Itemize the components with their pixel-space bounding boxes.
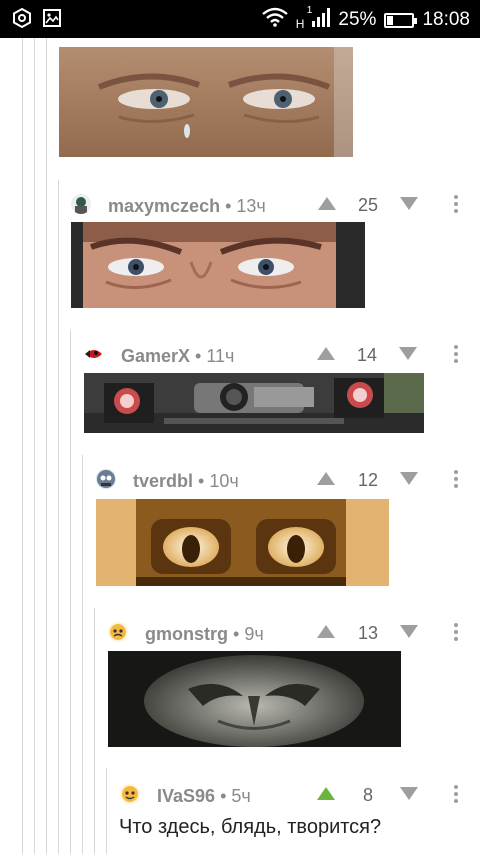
network-type-label: H — [295, 17, 305, 31]
downvote-arrow-icon[interactable] — [400, 197, 418, 210]
comment-score: 14 — [356, 345, 378, 365]
avatar[interactable] — [120, 784, 140, 804]
comment-header: IVaS965ч 8 — [120, 780, 472, 810]
comment-score: 12 — [357, 470, 379, 490]
comment-time: 10ч — [193, 471, 239, 491]
comment: tverdbl10ч 12 — [96, 465, 472, 590]
comment-author-line[interactable]: GamerX11ч — [121, 346, 234, 367]
comment-author-line[interactable]: IVaS965ч — [157, 786, 251, 807]
upvote-arrow-icon[interactable] — [317, 472, 335, 485]
author-name: tverdbl — [133, 471, 194, 491]
thread-guide-line — [70, 330, 71, 854]
comment: maxymczech13ч 25 — [71, 190, 471, 310]
downvote-arrow-icon[interactable] — [400, 625, 418, 638]
comment-image-eyes-medvedev[interactable] — [71, 222, 365, 308]
author-name: GamerX — [121, 346, 191, 366]
more-options-icon[interactable] — [454, 785, 458, 803]
upvote-arrow-icon[interactable] — [317, 787, 335, 800]
author-name: gmonstrg — [145, 624, 228, 644]
more-options-icon[interactable] — [454, 470, 458, 488]
thread-guide-line — [22, 38, 23, 854]
thread-guide-line — [106, 768, 107, 854]
comment-text: Что здесь, блядь, творится? — [119, 816, 382, 838]
image-notification-icon — [42, 8, 62, 28]
avatar[interactable] — [71, 194, 91, 214]
more-options-icon[interactable] — [454, 195, 458, 213]
clock: 18:08 — [422, 9, 470, 30]
more-options-icon[interactable] — [454, 345, 458, 363]
comment-score: 8 — [362, 785, 373, 805]
battery-percent: 25% — [338, 9, 377, 30]
network-type-indicator: H 1 — [295, 5, 313, 31]
comment: IVaS965ч 8 Что здесь, блядь, творится? — [119, 780, 472, 850]
comment-author-line[interactable]: tverdbl10ч — [133, 471, 239, 492]
comment-header: GamerX11ч 14 — [84, 340, 472, 370]
upvote-arrow-icon[interactable] — [317, 625, 335, 638]
comment-author-line[interactable]: gmonstrg9ч — [145, 624, 264, 645]
downvote-arrow-icon[interactable] — [400, 787, 418, 800]
comment-header: tverdbl10ч 12 — [96, 465, 472, 495]
downvote-arrow-icon[interactable] — [400, 472, 418, 485]
comment-score: 13 — [357, 623, 379, 643]
comment-image-robot-eyes[interactable] — [84, 373, 424, 433]
author-name: IVaS96 — [157, 786, 216, 806]
comment-author-line[interactable]: maxymczech13ч — [108, 196, 266, 217]
network-sup-label: 1 — [306, 5, 313, 16]
thread-guide-line — [58, 180, 59, 854]
avatar[interactable] — [96, 469, 116, 489]
upvote-arrow-icon[interactable] — [317, 347, 335, 360]
comment-image-eyes-teary[interactable] — [59, 47, 353, 157]
avatar[interactable] — [84, 344, 104, 364]
comment-score: 25 — [357, 195, 379, 215]
comment-time: 11ч — [190, 346, 234, 366]
comment-header: maxymczech13ч 25 — [71, 190, 471, 220]
comment: GamerX11ч 14 — [84, 340, 472, 440]
thread-guide-line — [82, 455, 83, 854]
battery-icon — [384, 12, 418, 28]
thread-guide-line — [46, 38, 47, 854]
comment-time: 5ч — [215, 786, 251, 806]
settings-hexagon-icon — [12, 8, 32, 28]
comment-time: 9ч — [228, 624, 264, 644]
author-name: maxymczech — [108, 196, 221, 216]
comment-time: 13ч — [220, 196, 266, 216]
comment-image-orange-eyes[interactable] — [96, 499, 389, 586]
comment-image-grey-mask[interactable] — [108, 651, 401, 747]
upvote-arrow-icon[interactable] — [318, 197, 336, 210]
battery-fill — [387, 15, 394, 25]
more-options-icon[interactable] — [454, 623, 458, 641]
status-bar: H 1 25% 18:08 — [0, 0, 480, 38]
comment: gmonstrg9ч 13 — [108, 618, 472, 753]
downvote-arrow-icon[interactable] — [399, 347, 417, 360]
thread-guide-line — [34, 38, 35, 854]
thread-guide-line — [94, 608, 95, 854]
avatar[interactable] — [108, 622, 128, 642]
comment-header: gmonstrg9ч 13 — [108, 618, 472, 648]
signal-strength-icon — [312, 7, 331, 33]
wifi-icon — [261, 7, 288, 33]
